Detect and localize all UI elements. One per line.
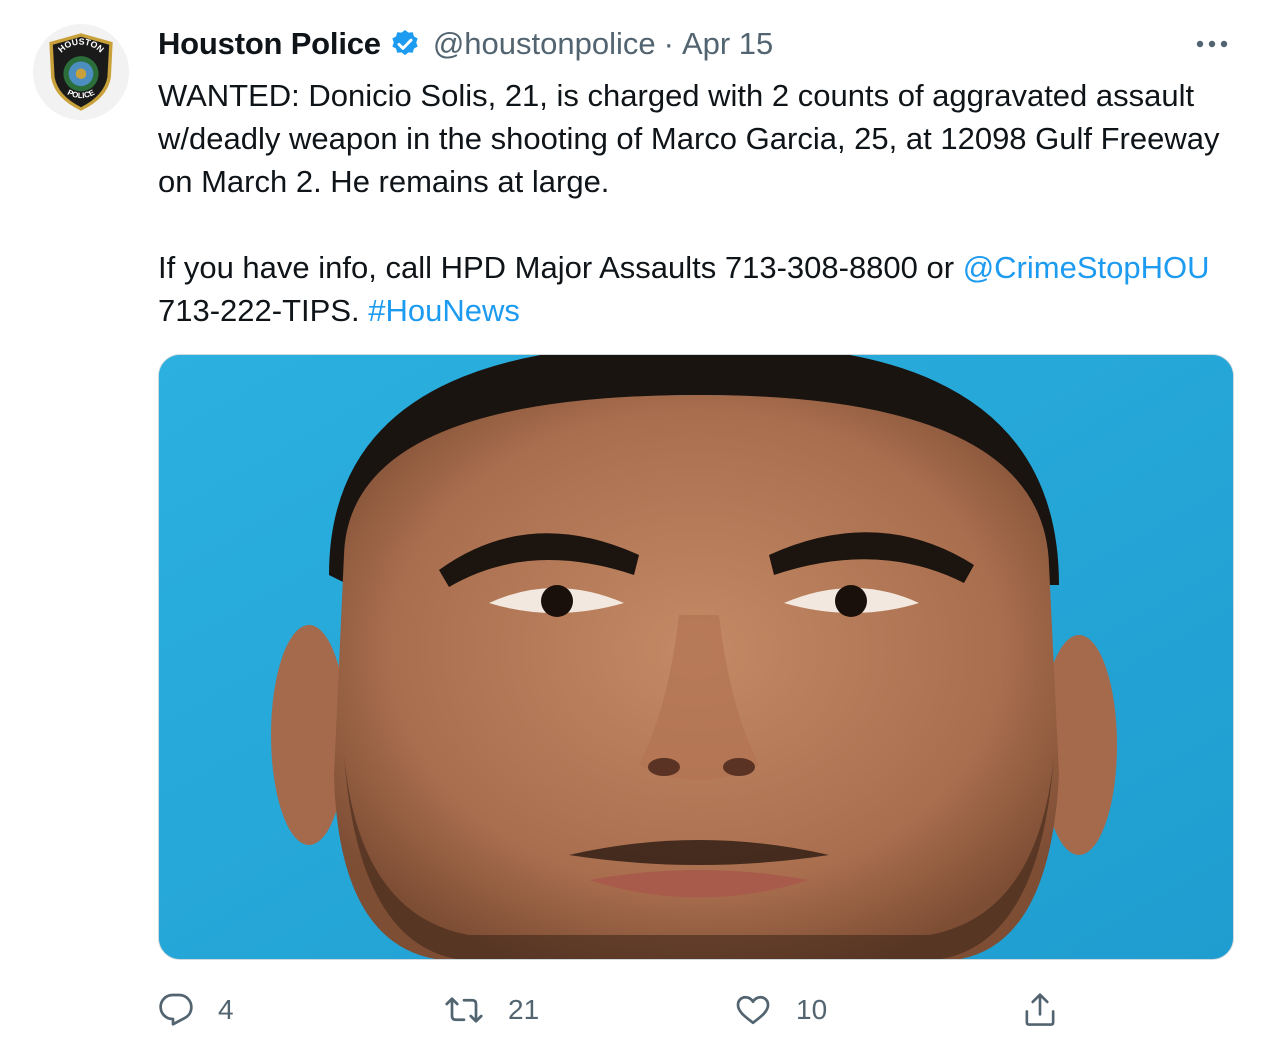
mugshot-image	[159, 355, 1233, 959]
author-handle[interactable]: @houstonpolice	[433, 26, 656, 62]
more-options-button[interactable]	[1194, 26, 1230, 62]
retweet-icon	[445, 997, 483, 1023]
tweet-paragraph-2-text: If you have info, call HPD Major Assault…	[158, 250, 963, 285]
tweet-actions: 4 21 10	[158, 984, 1234, 1036]
tweet-photo[interactable]	[158, 354, 1234, 960]
header-separator: ·	[663, 26, 674, 61]
houston-police-badge-icon: HOUSTON POLICE	[49, 33, 113, 111]
retweet-button[interactable]: 21	[444, 984, 539, 1036]
tweet-header: Houston Police @houstonpolice · Apr 15	[158, 22, 773, 66]
tweet-text: WANTED: Donicio Solis, 21, is charged wi…	[158, 74, 1238, 332]
profile-avatar[interactable]: HOUSTON POLICE	[33, 24, 129, 120]
tweet[interactable]: HOUSTON POLICE Houston Police @houstonpo…	[0, 0, 1280, 1044]
reply-count: 4	[218, 994, 234, 1025]
verified-badge-icon	[389, 28, 421, 60]
share-button[interactable]	[1022, 984, 1058, 1036]
tweet-paragraph-2: If you have info, call HPD Major Assault…	[158, 246, 1238, 332]
like-count: 10	[796, 994, 828, 1025]
retweet-count: 21	[508, 994, 540, 1025]
reply-button[interactable]: 4	[158, 984, 234, 1036]
hashtag-link[interactable]: #HouNews	[368, 293, 520, 328]
reply-icon	[159, 993, 193, 1026]
like-button[interactable]: 10	[734, 984, 827, 1036]
tweet-date[interactable]: Apr 15	[682, 26, 773, 62]
tweet-paragraph-1: WANTED: Donicio Solis, 21, is charged wi…	[158, 78, 1220, 199]
heart-icon	[736, 995, 770, 1025]
mention-link[interactable]: @CrimeStopHOU	[963, 250, 1210, 285]
author-display-name[interactable]: Houston Police	[158, 26, 381, 62]
share-icon	[1025, 993, 1055, 1026]
more-horizontal-icon	[1196, 40, 1228, 48]
tweet-paragraph-2-middle: 713-222-TIPS.	[158, 293, 369, 328]
